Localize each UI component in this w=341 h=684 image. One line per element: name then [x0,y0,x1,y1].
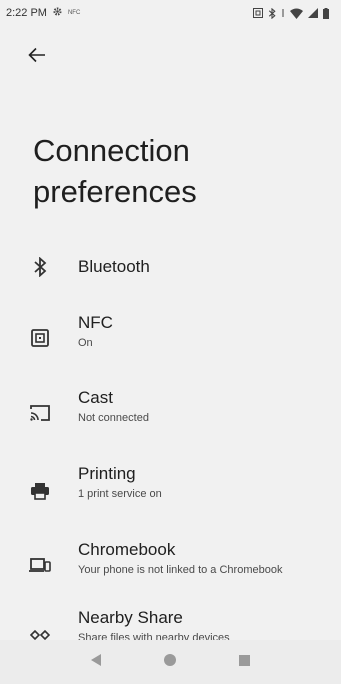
data-icon [281,9,285,17]
gear-icon [52,6,63,20]
recents-square-icon [238,653,250,671]
item-summary: On [78,337,93,349]
nfc-item[interactable]: NFC On [0,304,341,368]
nfc-icon [28,326,52,350]
status-bar: 2:22 PM NFC [0,0,341,26]
printer-icon [28,479,52,503]
cast-item[interactable]: Cast Not connected [0,379,341,443]
item-label: Cast [78,388,113,407]
bluetooth-icon [268,7,276,19]
back-triangle-icon [91,653,102,671]
arrow-left-icon [28,47,46,68]
item-label: Nearby Share [78,608,183,627]
item-label: Printing [78,464,136,483]
item-summary: Not connected [78,412,149,424]
nav-recents-button[interactable] [229,647,259,677]
cast-icon [28,401,52,425]
bluetooth-icon [28,255,52,279]
printing-item[interactable]: Printing 1 print service on [0,457,341,521]
screenshot-icon [253,8,263,18]
item-label: Bluetooth [78,257,150,276]
status-time: 2:22 PM [6,7,47,19]
item-label: Chromebook [78,540,176,559]
item-summary: Your phone is not linked to a Chromebook [78,564,283,576]
navigation-bar [0,640,341,684]
home-circle-icon [164,653,177,671]
item-summary: 1 print service on [78,488,162,500]
chromebook-item[interactable]: Chromebook Your phone is not linked to a… [0,533,341,597]
status-left: 2:22 PM NFC [6,6,80,20]
battery-icon [323,7,329,19]
page-title: Connection preferences [33,133,197,209]
chromebook-icon [28,553,52,577]
nav-back-button[interactable] [82,647,112,677]
nav-home-button[interactable] [155,647,185,677]
wifi-icon [290,8,303,19]
item-label: NFC [78,313,113,332]
bluetooth-item[interactable]: Bluetooth [0,240,341,304]
back-button[interactable] [20,40,54,74]
signal-icon [308,8,318,18]
nfc-small-icon: NFC [67,10,81,16]
status-right [253,7,329,19]
